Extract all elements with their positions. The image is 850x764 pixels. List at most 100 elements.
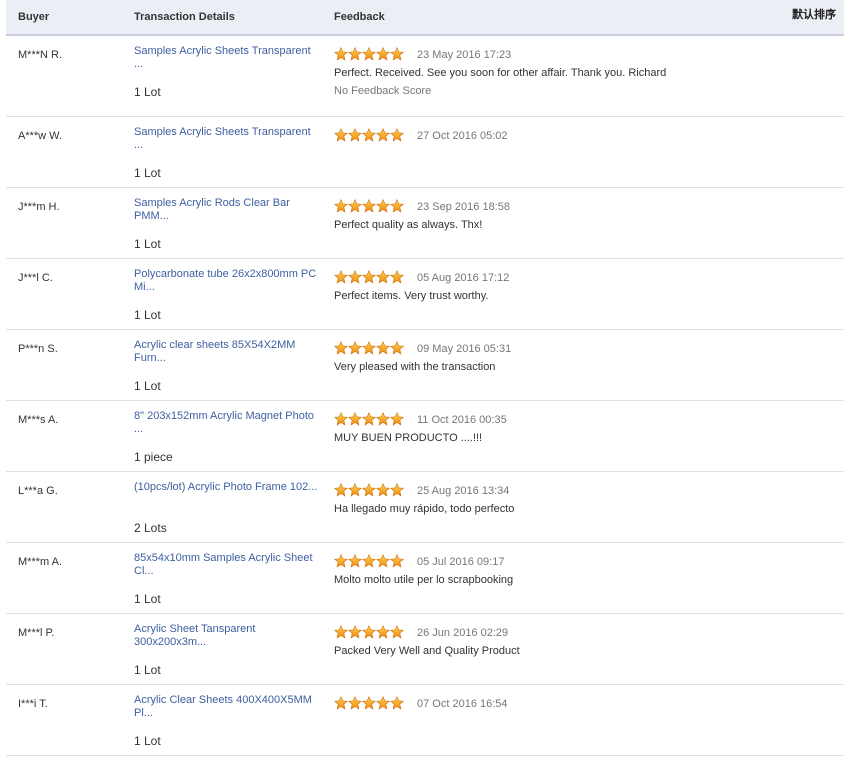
- feedback-comment: Ha llegado muy rápido, todo perfecto: [334, 503, 515, 515]
- star-icon: [390, 270, 404, 284]
- buyer-name: M***s A.: [18, 414, 59, 426]
- quantity: 1 Lot: [134, 592, 161, 606]
- buyer-name: L***a G.: [18, 485, 58, 497]
- feedback-date: 09 May 2016 05:31: [417, 343, 512, 355]
- star-icon: [376, 412, 390, 426]
- star-rating: [334, 128, 404, 142]
- star-icon: [334, 625, 348, 639]
- star-icon: [334, 341, 348, 355]
- sort-default-button[interactable]: 默认排序: [792, 6, 836, 22]
- table-header: Buyer Transaction Details Feedback 默认排序: [6, 0, 844, 36]
- product-link[interactable]: (10pcs/lot) Acrylic Photo Frame 102...: [134, 481, 320, 494]
- star-icon: [376, 270, 390, 284]
- table-row: L***a G. (10pcs/lot) Acrylic Photo Frame…: [6, 472, 844, 543]
- feedback-comment: Molto molto utile per lo scrapbooking: [334, 574, 514, 586]
- buyer-name: J***m H.: [18, 201, 60, 213]
- star-icon: [390, 412, 404, 426]
- quantity: 2 Lots: [134, 521, 167, 535]
- product-link[interactable]: Acrylic Sheet Tansparent 300x200x3m...: [134, 623, 320, 649]
- star-icon: [334, 47, 348, 61]
- star-icon: [334, 199, 348, 213]
- star-icon: [362, 412, 376, 426]
- star-rating: [334, 270, 404, 284]
- star-icon: [362, 554, 376, 568]
- star-icon: [334, 412, 348, 426]
- buyer-name: M***l P.: [18, 627, 55, 639]
- star-icon: [362, 199, 376, 213]
- star-icon: [390, 483, 404, 497]
- product-link[interactable]: 85x54x10mm Samples Acrylic Sheet Cl...: [134, 552, 320, 578]
- star-rating: [334, 625, 404, 639]
- buyer-name: J***l C.: [18, 272, 53, 284]
- feedback-date: 05 Jul 2016 09:17: [417, 556, 505, 568]
- star-icon: [362, 625, 376, 639]
- star-icon: [348, 412, 362, 426]
- table-row: A***w W. Samples Acrylic Sheets Transpar…: [6, 117, 844, 188]
- star-icon: [376, 625, 390, 639]
- product-link[interactable]: Acrylic clear sheets 85X54X2MM Furn...: [134, 339, 320, 365]
- product-link[interactable]: Samples Acrylic Rods Clear Bar PMM...: [134, 197, 320, 223]
- star-icon: [348, 341, 362, 355]
- star-icon: [390, 341, 404, 355]
- table-row: I***i T. Acrylic Clear Sheets 400X400X5M…: [6, 685, 844, 756]
- star-icon: [362, 270, 376, 284]
- buyer-name: P***n S.: [18, 343, 58, 355]
- table-row: M***s A. 8" 203x152mm Acrylic Magnet Pho…: [6, 401, 844, 472]
- buyer-name: I***i T.: [18, 698, 48, 710]
- star-icon: [376, 554, 390, 568]
- feedback-comment: Packed Very Well and Quality Product: [334, 645, 520, 657]
- star-icon: [334, 270, 348, 284]
- star-rating: [334, 341, 404, 355]
- star-icon: [334, 483, 348, 497]
- table-row: P***n S. Acrylic clear sheets 85X54X2MM …: [6, 330, 844, 401]
- product-link[interactable]: Polycarbonate tube 26x2x800mm PC Mi...: [134, 268, 320, 294]
- star-icon: [390, 47, 404, 61]
- star-rating: [334, 47, 404, 61]
- table-row: M***m A. 85x54x10mm Samples Acrylic Shee…: [6, 543, 844, 614]
- feedback-comment: Perfect quality as always. Thx!: [334, 219, 483, 231]
- header-buyer: Buyer: [18, 11, 50, 23]
- header-transaction-details: Transaction Details: [134, 11, 235, 23]
- product-link[interactable]: Samples Acrylic Sheets Transparent ...: [134, 45, 320, 71]
- quantity: 1 Lot: [134, 85, 161, 99]
- star-icon: [376, 199, 390, 213]
- feedback-date: 23 May 2016 17:23: [417, 49, 512, 61]
- product-link[interactable]: Acrylic Clear Sheets 400X400X5MM Pl...: [134, 694, 320, 720]
- table-row: M***N R. Samples Acrylic Sheets Transpar…: [6, 36, 844, 117]
- feedback-rows: M***N R. Samples Acrylic Sheets Transpar…: [6, 36, 844, 756]
- star-icon: [348, 270, 362, 284]
- star-icon: [334, 128, 348, 142]
- product-link[interactable]: Samples Acrylic Sheets Transparent ...: [134, 126, 320, 152]
- star-icon: [348, 625, 362, 639]
- star-icon: [348, 696, 362, 710]
- feedback-date: 05 Aug 2016 17:12: [417, 272, 510, 284]
- star-icon: [348, 483, 362, 497]
- table-row: J***l C. Polycarbonate tube 26x2x800mm P…: [6, 259, 844, 330]
- feedback-date: 23 Sep 2016 18:58: [417, 201, 510, 213]
- header-feedback: Feedback: [334, 11, 385, 23]
- star-icon: [376, 483, 390, 497]
- star-icon: [348, 128, 362, 142]
- star-icon: [390, 625, 404, 639]
- quantity: 1 Lot: [134, 308, 161, 322]
- feedback-comment: Perfect. Received. See you soon for othe…: [334, 67, 667, 79]
- star-icon: [362, 341, 376, 355]
- star-rating: [334, 483, 404, 497]
- quantity: 1 Lot: [134, 237, 161, 251]
- quantity: 1 Lot: [134, 734, 161, 748]
- star-icon: [348, 199, 362, 213]
- star-icon: [390, 128, 404, 142]
- feedback-comment: MUY BUEN PRODUCTO ....!!!: [334, 432, 483, 444]
- table-row: J***m H. Samples Acrylic Rods Clear Bar …: [6, 188, 844, 259]
- feedback-note: No Feedback Score: [334, 85, 432, 97]
- product-link[interactable]: 8" 203x152mm Acrylic Magnet Photo ...: [134, 410, 320, 436]
- star-rating: [334, 412, 404, 426]
- star-icon: [390, 199, 404, 213]
- star-icon: [362, 47, 376, 61]
- feedback-comment: Perfect items. Very trust worthy.: [334, 290, 489, 302]
- star-icon: [362, 483, 376, 497]
- star-icon: [362, 128, 376, 142]
- star-rating: [334, 554, 404, 568]
- star-icon: [334, 696, 348, 710]
- feedback-comment: Very pleased with the transaction: [334, 361, 496, 373]
